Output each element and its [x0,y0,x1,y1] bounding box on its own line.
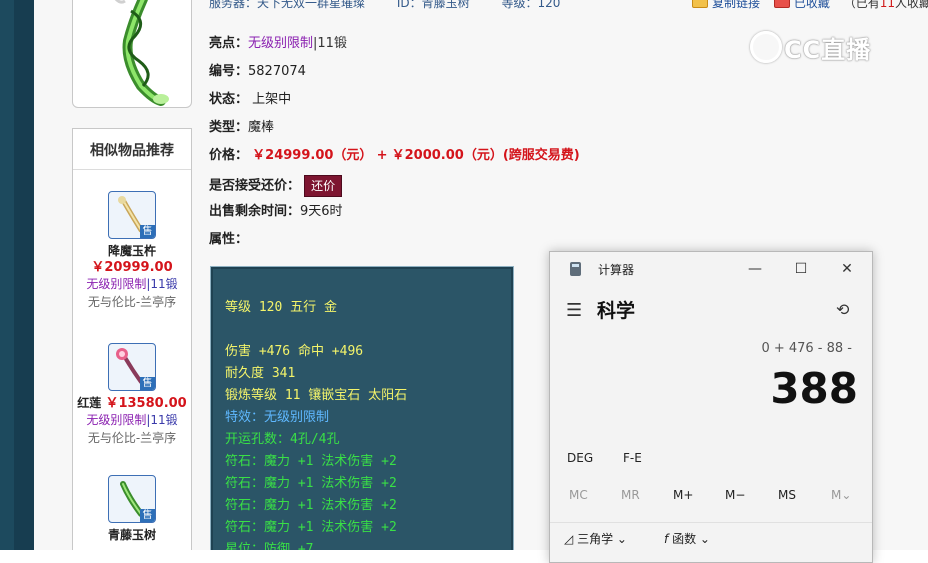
attr-line: 符石：魔力 +1 法术伤害 +2 [225,454,397,469]
calculator-result: 388 [770,364,858,413]
attr-line: 锻炼等级 11 镶嵌宝石 太阳石 [225,388,408,403]
sale-tag: 售 [140,509,155,522]
favorite-count: （已有11人收藏） [844,0,928,10]
level-info: 等级：120 [501,0,561,10]
calculator-function-bar: ◿ 三角学 ⌄ f 函数 ⌄ [550,522,872,563]
item-image [72,0,192,108]
similar-item-price: ￥20999.00 [91,260,173,275]
status-value: 上架中 [252,92,292,107]
chevron-down-icon: ⌄ [699,532,710,546]
memory-store-button[interactable]: MS [778,488,796,502]
similar-item-level: 无级别限制|11锻 [86,413,178,427]
type-row: 类型：魔棒 [209,120,275,135]
remaining-time-value: 9天6时 [300,204,343,219]
id-info: ID：青藤玉树 [396,0,470,10]
similar-item-server: 无与伦比-兰亭序 [87,431,177,445]
similar-items-panel: 相似物品推荐 售 降魔玉杵 ￥20999.00 无级别限制|11锻 无与伦比-兰… [72,128,192,550]
attr-line: 符石：魔力 +1 法术伤害 +2 [225,476,397,491]
calculator-window: 计算器 — ☐ ✕ ☰ 科学 ⟲ 0 + 476 - 88 - 388 DEG … [549,251,873,563]
attributes-label-row: 属性： [209,232,249,247]
bargain-row: 是否接受还价： 还价 [209,175,343,197]
serial-row: 编号：5827074 [209,64,306,79]
favorite-count-number: 11 [879,0,895,10]
calculator-title: 计算器 [598,263,635,277]
attr-line: 符石：魔力 +1 法术伤害 +2 [225,520,397,535]
function-dropdown[interactable]: f 函数 ⌄ [664,530,710,547]
attributes-panel: 等级 120 五行 金 伤害 +476 命中 +496 耐久度 341 锻炼等级… [210,266,514,550]
attr-line: 伤害 +476 命中 +496 [225,344,364,359]
similar-item-level: 无级别限制|11锻 [86,277,178,291]
memory-list-button[interactable]: M⌄ [831,488,851,502]
maximize-button[interactable]: ☐ [784,256,818,282]
attr-line: 耐久度 341 [225,366,296,381]
price-row: 价格： ￥24999.00（元） + ￥2000.00（元）(跨服交易费) [209,148,580,163]
similar-item-name[interactable]: 青藤玉树 [73,527,191,543]
chevron-down-icon: ⌄ [616,532,627,546]
similar-item-name-price[interactable]: 红莲 ￥13580.00 [73,395,191,412]
similar-item-1[interactable]: 售 降魔玉杵 ￥20999.00 无级别限制|11锻 无与伦比-兰亭序 [73,191,191,311]
sale-tag: 售 [140,377,155,390]
price-value: ￥24999.00（元） [252,148,373,163]
function-icon: f [664,532,669,546]
calculator-mode: 科学 [597,300,636,322]
cc-logo-icon [750,31,782,63]
similar-item-thumbnail[interactable]: 售 [108,475,156,523]
history-icon[interactable]: ⟲ [836,300,849,319]
memory-subtract-button[interactable]: M− [725,488,745,502]
highlight-row: 亮点：无级别限制|11锻 [209,36,347,51]
memory-recall-button[interactable]: MR [621,488,640,502]
similar-item-thumbnail[interactable]: 售 [108,343,156,391]
copy-link-button[interactable]: 复制链接 [692,0,760,10]
attr-line: 星位：防御 +7 [225,542,314,550]
similar-item-thumbnail[interactable]: 售 [108,191,156,239]
similar-item-server: 无与伦比-兰亭序 [87,295,177,309]
close-button[interactable]: ✕ [830,256,864,282]
fe-button[interactable]: F-E [623,451,642,465]
calculator-titlebar[interactable]: 计算器 — ☐ ✕ [550,252,872,286]
triangle-icon: ◿ [564,532,574,546]
cross-server-fee: ￥2000.00（元）(跨服交易费) [391,148,580,163]
status-row: 状态： 上架中 [209,92,292,107]
deg-button[interactable]: DEG [567,451,593,465]
favorite-label: 已收藏 [793,0,830,10]
sale-tag: 售 [140,225,155,238]
attr-line: 开运孔数：4孔/4孔 [225,432,340,447]
server-info: 服务器：天下无双一群星璀璨 [209,0,366,10]
copy-link-icon [692,0,708,8]
trigonometry-dropdown[interactable]: ◿ 三角学 ⌄ [564,530,627,547]
item-top-info: 服务器：天下无双一群星璀璨 ID：青藤玉树 等级：120 [209,0,588,10]
bargain-button[interactable]: 还价 [304,175,343,197]
left-sidebar-inner [14,0,34,550]
highlight-value: 无级别限制 [248,36,314,51]
similar-item-name[interactable]: 红莲 [77,396,101,410]
favorite-icon [773,0,790,8]
attr-line: 符石：魔力 +1 法术伤害 +2 [225,498,397,513]
memory-clear-button[interactable]: MC [569,488,588,502]
similar-item-price: ￥13580.00 [105,396,187,411]
calculator-expression: 0 + 476 - 88 - [761,341,852,356]
serial-value: 5827074 [248,64,306,79]
attr-line: 特效：无级别限制 [225,410,330,425]
type-value: 魔棒 [248,120,275,135]
hamburger-menu-icon[interactable]: ☰ [566,300,582,321]
stream-watermark: CC直播 [750,30,871,65]
attr-line: 等级 120 五行 金 [225,300,337,315]
top-actions: 复制链接 已收藏 （已有11人收藏） [692,0,928,11]
magic-wand-image [114,0,169,106]
copy-link-label: 复制链接 [712,0,761,10]
favorite-button[interactable]: 已收藏 [773,0,830,10]
calculator-app-icon [570,262,581,276]
similar-item-2[interactable]: 售 红莲 ￥13580.00 无级别限制|11锻 无与伦比-兰亭序 [73,343,191,447]
similar-items-title: 相似物品推荐 [73,129,191,170]
left-sidebar-strip [0,0,34,550]
memory-add-button[interactable]: M+ [673,488,693,502]
minimize-button[interactable]: — [738,256,772,282]
similar-item-3[interactable]: 售 青藤玉树 [73,475,191,543]
remaining-time-row: 出售剩余时间：9天6时 [209,204,343,219]
similar-item-name[interactable]: 降魔玉杵 [73,243,191,259]
